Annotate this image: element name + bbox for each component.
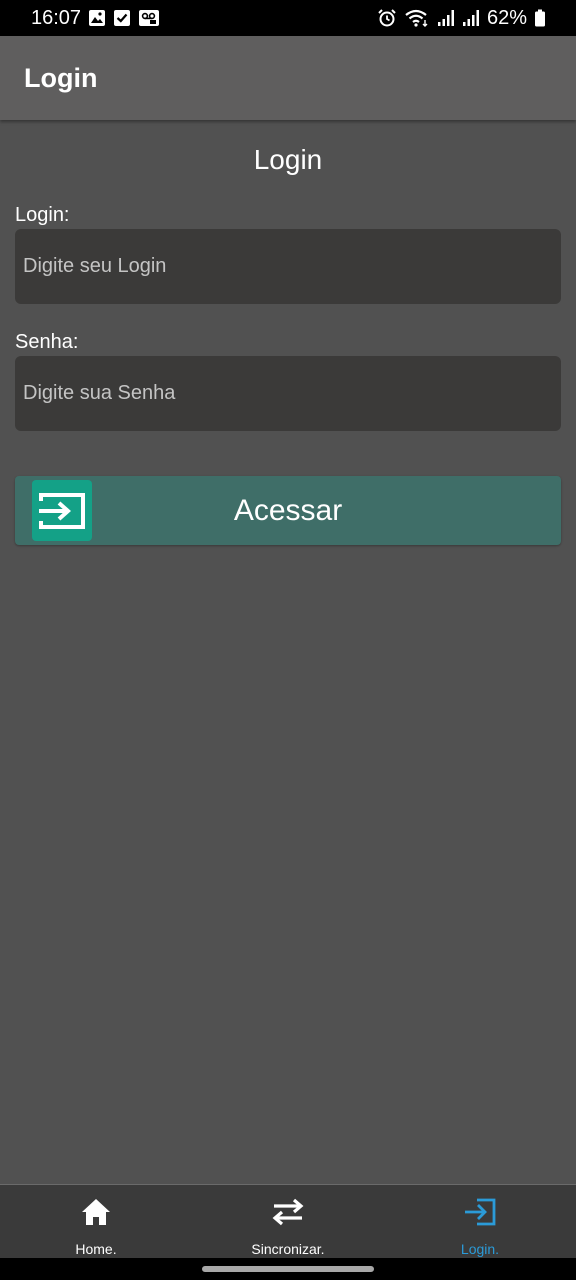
nav-item-login[interactable]: Login.: [384, 1185, 576, 1258]
nav-label-login: Login.: [460, 1241, 500, 1257]
login-icon: [463, 1195, 497, 1229]
battery-icon: [534, 9, 546, 27]
access-button[interactable]: Acessar: [15, 476, 561, 545]
battery-percent: 62%: [486, 6, 527, 29]
nav-item-home[interactable]: Home.: [0, 1185, 192, 1258]
sync-arrows-icon: [271, 1195, 305, 1229]
access-button-label: Acessar: [233, 493, 343, 527]
status-time: 16:07: [31, 6, 82, 29]
login-label: Login:: [15, 204, 70, 226]
login-form: Login Login: Senha: Acessar: [15, 120, 561, 545]
check-icon: [113, 9, 131, 27]
signal-icon: [437, 9, 455, 27]
password-label: Senha:: [15, 331, 79, 353]
status-bar: 16:07 62%: [0, 0, 576, 36]
login-input[interactable]: [23, 255, 561, 278]
voicemail-icon: [138, 9, 160, 27]
status-bar-left: 16:07: [31, 7, 160, 30]
app-bar: Login: [0, 36, 576, 120]
nav-item-sync[interactable]: Sincronizar.: [192, 1185, 384, 1258]
status-bar-right: 62%: [377, 7, 546, 30]
app-bar-title: Login: [24, 62, 98, 93]
alarm-icon: [377, 8, 397, 28]
nav-label-home: Home.: [75, 1241, 117, 1257]
home-icon: [80, 1195, 112, 1229]
password-field-container[interactable]: [15, 356, 561, 431]
form-title: Login: [253, 144, 323, 175]
password-input[interactable]: [23, 382, 561, 405]
bottom-nav: Home. Sincronizar. Login.: [0, 1184, 576, 1258]
gallery-icon: [88, 9, 106, 27]
home-gesture-bar[interactable]: [202, 1266, 374, 1272]
nav-label-sync: Sincronizar.: [251, 1241, 325, 1257]
wifi-icon: [404, 8, 430, 28]
system-navigation-area: [0, 1258, 576, 1280]
login-field-container[interactable]: [15, 229, 561, 304]
signal-icon: [462, 9, 480, 27]
